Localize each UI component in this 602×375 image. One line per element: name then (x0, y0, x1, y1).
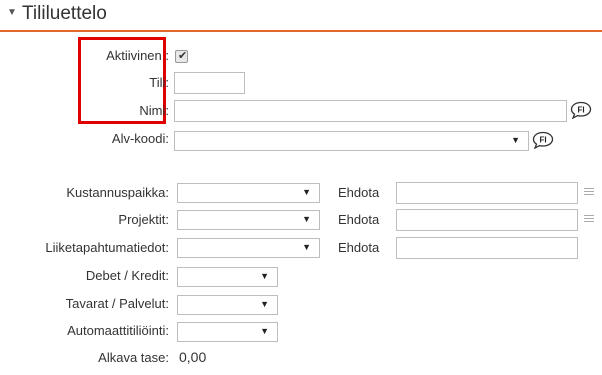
projects-label: Projektit: (118, 212, 169, 227)
list-icon[interactable] (584, 215, 594, 224)
business-label: Liiketapahtumatiedot: (45, 240, 169, 255)
section-title: Tililuettelo (22, 3, 107, 24)
vat-lang-badge: FI (539, 136, 546, 145)
vat-select[interactable]: ▼ (174, 131, 529, 151)
auto-posting-label: Automaattitiliöinti: (67, 323, 169, 338)
chevron-down-icon: ▼ (302, 242, 311, 252)
projects-suggest-label: Ehdota (338, 212, 380, 227)
chevron-down-icon: ▼ (260, 299, 269, 309)
auto-posting-select[interactable]: ▼ (177, 322, 278, 342)
name-lang-badge: FI (577, 106, 584, 115)
list-icon[interactable] (584, 188, 594, 197)
cost-center-label: Kustannuspaikka: (66, 185, 169, 200)
projects-select[interactable]: ▼ (177, 210, 320, 230)
debit-credit-label: Debet / Kredit: (85, 268, 169, 283)
projects-suggest-input[interactable] (396, 209, 578, 231)
translate-name-icon[interactable]: FI (570, 101, 592, 119)
opening-balance-label: Alkava tase: (98, 350, 169, 365)
name-label: Nimi: (139, 103, 169, 118)
goods-services-select[interactable]: ▼ (177, 295, 278, 315)
active-label: Aktiivinen : (106, 48, 169, 63)
account-input[interactable] (174, 72, 245, 94)
account-label: Tili: (149, 75, 169, 90)
goods-services-label: Tavarat / Palvelut: (65, 296, 169, 311)
chevron-down-icon: ▼ (260, 271, 269, 281)
business-select[interactable]: ▼ (177, 238, 320, 258)
section-header[interactable]: ▼ Tililuettelo (0, 0, 602, 32)
debit-credit-select[interactable]: ▼ (177, 267, 278, 287)
chevron-down-icon: ▼ (302, 214, 311, 224)
chevron-down-icon: ▼ (511, 135, 520, 145)
chevron-down-icon: ▼ (260, 326, 269, 336)
checkmark-icon: ✔ (178, 50, 188, 62)
opening-balance-value: 0,00 (179, 349, 207, 365)
business-suggest-input[interactable] (396, 237, 578, 259)
collapse-toggle-icon[interactable]: ▼ (7, 7, 17, 18)
active-checkbox[interactable]: ✔ (175, 50, 188, 63)
chevron-down-icon: ▼ (302, 187, 311, 197)
cost-center-suggest-input[interactable] (396, 182, 578, 204)
cost-center-select[interactable]: ▼ (177, 183, 320, 203)
translate-vat-icon[interactable]: FI (532, 131, 554, 149)
business-suggest-label: Ehdota (338, 240, 380, 255)
name-input[interactable] (174, 100, 567, 122)
vat-label: Alv-koodi: (111, 131, 169, 146)
cost-center-suggest-label: Ehdota (338, 185, 380, 200)
